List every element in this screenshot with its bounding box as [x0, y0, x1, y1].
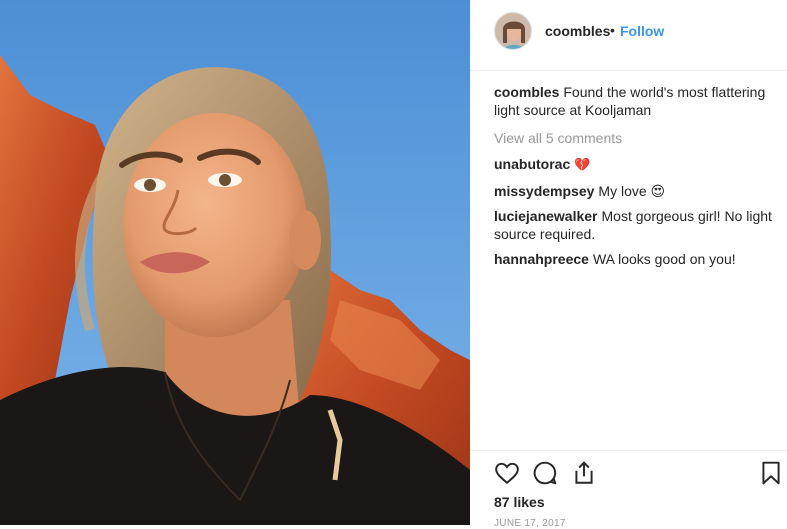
comment-text: WA looks good on you! — [592, 251, 736, 267]
post-sidebar: coombles • Follow coombles Found the worl… — [470, 0, 787, 529]
share-icon[interactable] — [571, 460, 597, 486]
post-date[interactable]: JUNE 17, 2017 — [494, 518, 566, 529]
comment-text: My love 😍 — [598, 183, 666, 199]
caption-username[interactable]: coombles — [494, 84, 559, 100]
comment-username[interactable]: hannahpreece — [494, 251, 589, 267]
action-bar: 87 likes JUNE 17, 2017 — [470, 450, 787, 529]
comment-item: missydempsey My love 😍 — [494, 182, 774, 200]
separator-dot: • — [610, 22, 615, 38]
heart-icon[interactable] — [494, 460, 520, 486]
caption: coombles Found the world's most flatterin… — [494, 83, 774, 119]
comments-section: coombles Found the world's most flatterin… — [494, 83, 774, 275]
avatar[interactable] — [494, 12, 532, 50]
likes-count[interactable]: 87 likes — [494, 494, 545, 510]
comment-item: luciejanewalker Most gorgeous girl! No li… — [494, 207, 774, 243]
comment-text: 💔 — [574, 158, 591, 173]
comment-icon[interactable] — [532, 460, 558, 486]
bookmark-icon[interactable] — [758, 460, 784, 486]
follow-button[interactable]: Follow — [620, 23, 664, 39]
header-username[interactable]: coombles — [545, 23, 610, 39]
post-photo[interactable] — [0, 0, 470, 525]
view-all-comments-link[interactable]: View all 5 comments — [494, 129, 774, 147]
comment-username[interactable]: missydempsey — [494, 183, 594, 199]
comment-username[interactable]: unabutorac — [494, 156, 570, 172]
post-header: coombles • Follow — [470, 0, 787, 71]
comment-item: hannahpreece WA looks good on you! — [494, 250, 774, 268]
post-photo-image — [0, 0, 470, 525]
comment-username[interactable]: luciejanewalker — [494, 208, 598, 224]
avatar-image — [495, 13, 531, 49]
comment-item: unabutorac 💔 — [494, 155, 774, 175]
